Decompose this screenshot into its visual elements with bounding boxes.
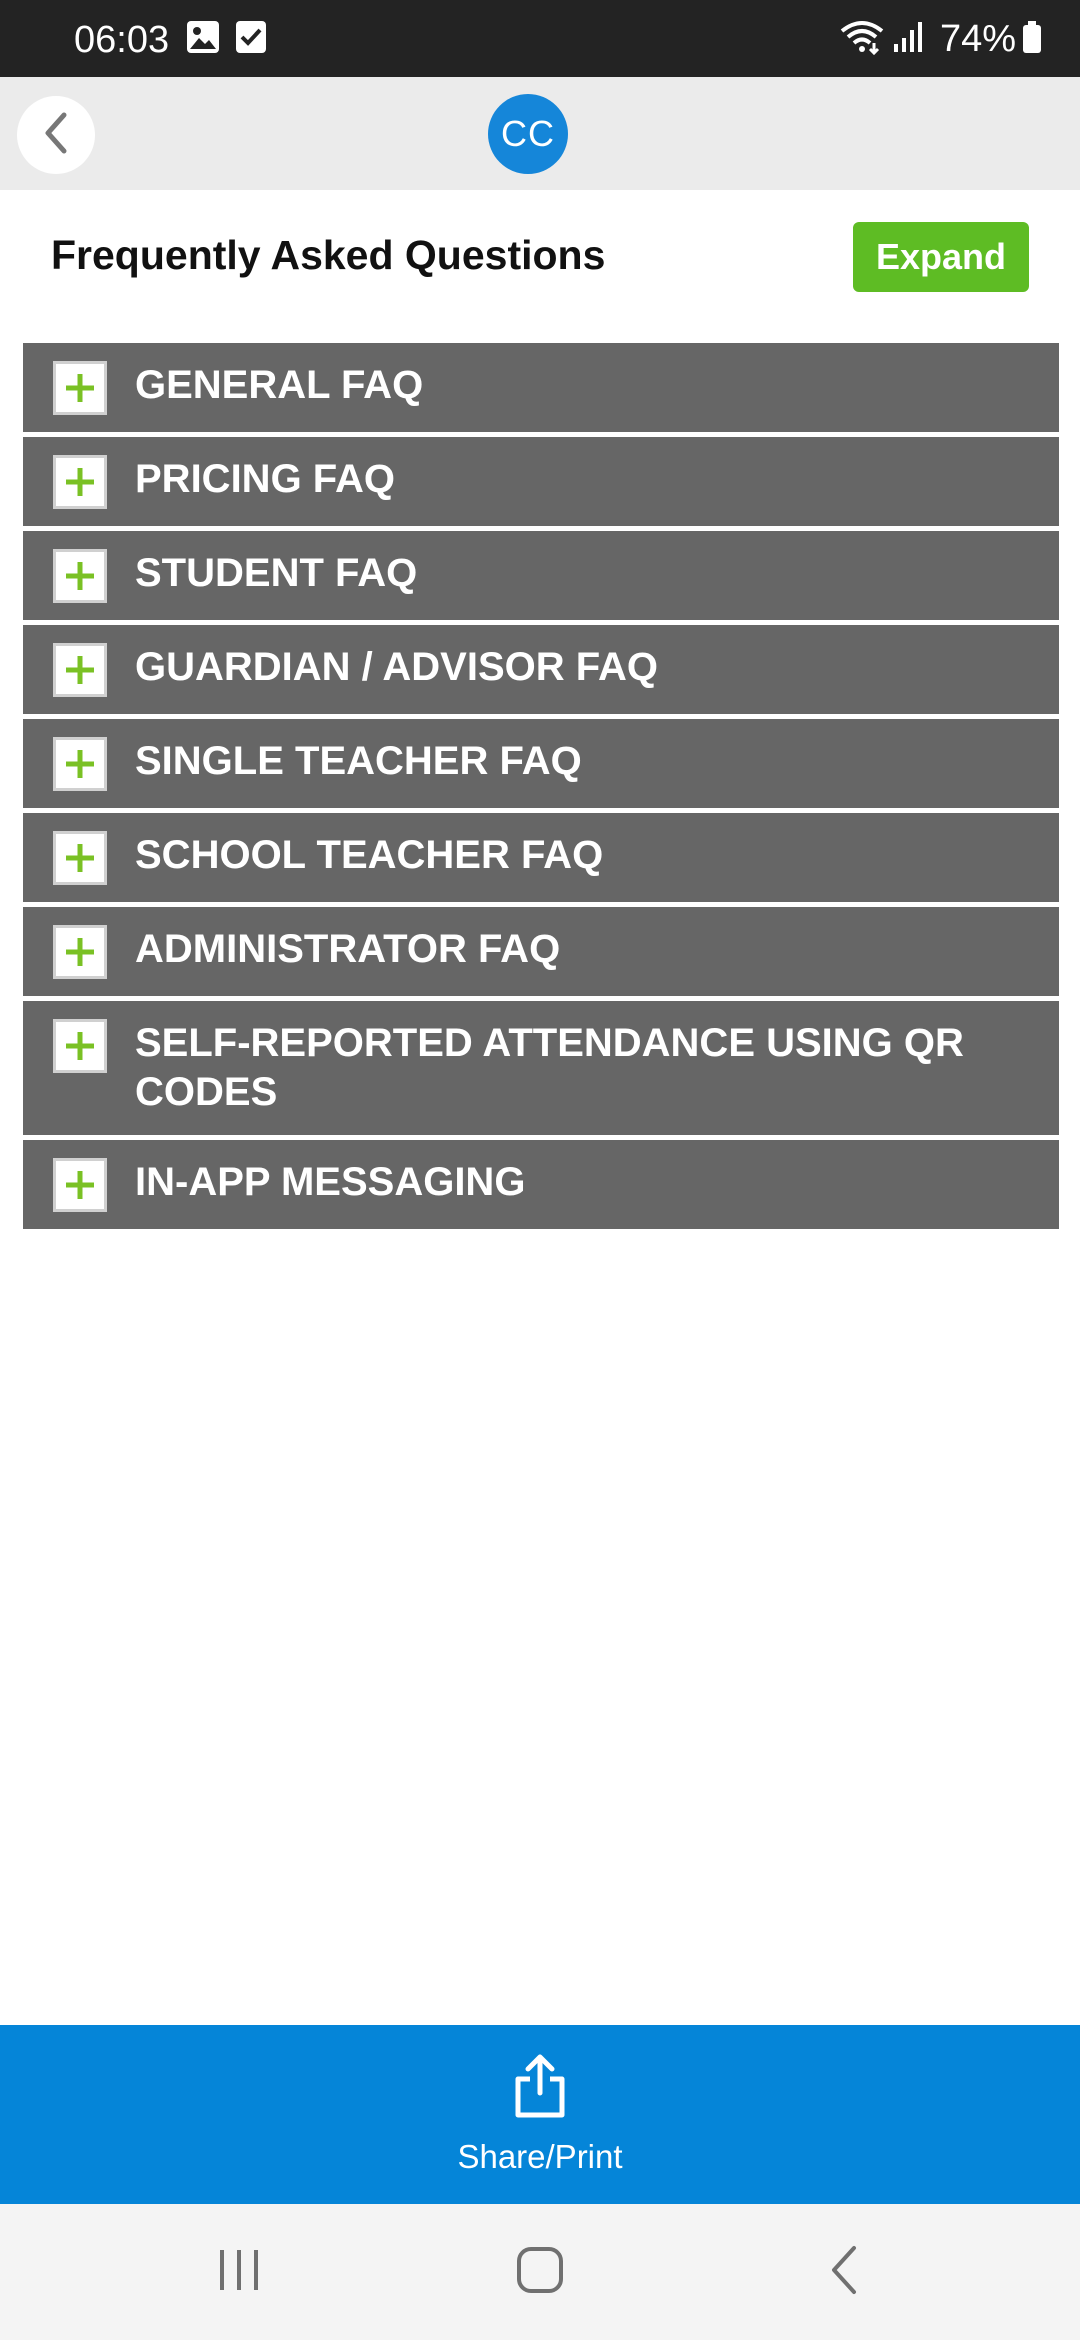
faq-item-student[interactable]: STUDENT FAQ [23, 531, 1059, 620]
plus-icon [53, 1019, 107, 1073]
share-print-label: Share/Print [457, 2138, 623, 2175]
battery-percentage: 74% [939, 18, 1016, 60]
status-right: 74% [838, 17, 1042, 61]
app-logo: CC [488, 94, 568, 174]
plus-icon [53, 549, 107, 603]
faq-item-administrator[interactable]: ADMINISTRATOR FAQ [23, 907, 1059, 996]
home-icon[interactable] [515, 2244, 565, 2301]
screen: 06:03 74% CC Frequently Asked Questions … [0, 0, 1080, 2340]
app-bar: CC [0, 77, 1080, 190]
share-print-button[interactable]: Share/Print [0, 2025, 1080, 2204]
faq-item-single-teacher[interactable]: SINGLE TEACHER FAQ [23, 719, 1059, 808]
chevron-left-icon [36, 109, 76, 162]
battery-icon [1022, 20, 1042, 59]
faq-item-general[interactable]: GENERAL FAQ [23, 343, 1059, 432]
faq-item-label: PRICING FAQ [135, 457, 396, 501]
plus-icon [53, 361, 107, 415]
recent-apps-icon[interactable] [214, 2244, 264, 2301]
plus-icon [53, 1158, 107, 1212]
faq-item-pricing[interactable]: PRICING FAQ [23, 437, 1059, 526]
faq-item-self-reported-attendance[interactable]: SELF-REPORTED ATTENDANCE USING QR CODES [23, 1001, 1059, 1135]
expand-button[interactable]: Expand [853, 222, 1029, 292]
system-nav-bar [0, 2204, 1080, 2340]
nav-back-icon[interactable] [820, 2244, 870, 2301]
faq-item-label: STUDENT FAQ [135, 551, 418, 595]
faq-item-label: SELF-REPORTED ATTENDANCE USING QR CODES [135, 1021, 964, 1114]
faq-item-label: SCHOOL TEACHER FAQ [135, 833, 604, 877]
plus-icon [53, 737, 107, 791]
plus-icon [53, 643, 107, 697]
plus-icon [53, 925, 107, 979]
faq-item-label: GENERAL FAQ [135, 363, 424, 407]
faq-list: GENERAL FAQ PRICING FAQ STUDENT FAQ GUAR… [23, 343, 1059, 1234]
faq-item-label: IN-APP MESSAGING [135, 1160, 526, 1204]
status-bar: 06:03 74% [0, 0, 1080, 77]
faq-item-guardian-advisor[interactable]: GUARDIAN / ADVISOR FAQ [23, 625, 1059, 714]
checkbox-icon [235, 20, 267, 59]
plus-icon [53, 455, 107, 509]
status-time: 06:03 [74, 19, 170, 61]
faq-item-label: ADMINISTRATOR FAQ [135, 927, 561, 971]
faq-item-label: SINGLE TEACHER FAQ [135, 739, 582, 783]
wifi-icon [838, 19, 886, 60]
back-button[interactable] [17, 96, 95, 174]
image-icon [186, 20, 220, 59]
faq-item-label: GUARDIAN / ADVISOR FAQ [135, 645, 658, 689]
signal-icon [892, 20, 926, 59]
faq-item-school-teacher[interactable]: SCHOOL TEACHER FAQ [23, 813, 1059, 902]
share-icon [512, 2053, 568, 2124]
page-title: Frequently Asked Questions [51, 232, 606, 278]
plus-icon [53, 831, 107, 885]
faq-item-in-app-messaging[interactable]: IN-APP MESSAGING [23, 1140, 1059, 1229]
